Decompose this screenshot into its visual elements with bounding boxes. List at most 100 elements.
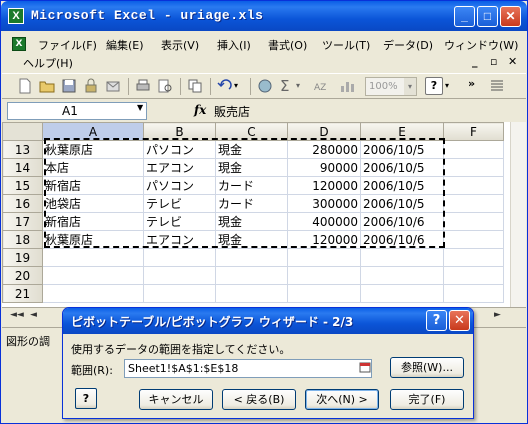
name-box[interactable]: A1 <box>7 102 147 120</box>
cell-store[interactable]: 新宿店 <box>42 212 144 231</box>
cell-payment[interactable] <box>215 284 288 303</box>
first-sheet-icon[interactable]: ◄◄ <box>10 310 24 320</box>
worksheet-grid[interactable]: A B C D E F 13 秋葉原店 パソコン 現金 280000 2006/10/5 1… <box>2 122 510 307</box>
maximize-button[interactable]: □ <box>477 6 498 27</box>
toolbar-options-icon[interactable]: » <box>468 77 486 95</box>
name-box-dropdown-icon[interactable]: ▼ <box>137 103 143 112</box>
row-header[interactable]: 14 <box>2 158 43 177</box>
row-header[interactable]: 15 <box>2 176 43 195</box>
cell-product[interactable]: パソコン <box>143 140 216 159</box>
cell-payment[interactable]: 現金 <box>215 230 288 249</box>
cell-empty[interactable] <box>443 194 504 213</box>
browse-button[interactable]: 参照(W)... <box>390 357 464 378</box>
cell-store[interactable]: 秋葉原店 <box>42 140 144 159</box>
sort-icon[interactable]: AZ <box>312 77 330 95</box>
dialog-close-button[interactable]: ✕ <box>449 310 470 331</box>
cell-amount[interactable]: 90000 <box>287 158 361 177</box>
cell-empty[interactable] <box>443 266 504 285</box>
cell-empty[interactable] <box>443 158 504 177</box>
menu-help[interactable]: ヘルプ(H) <box>23 55 73 71</box>
dialog-title-bar[interactable]: ピボットテーブル/ピボットグラフ ウィザード - 2/3 ? ✕ <box>63 308 473 334</box>
row-header[interactable]: 20 <box>2 266 43 285</box>
cell-store[interactable]: 新宿店 <box>42 176 144 195</box>
cell-store[interactable] <box>42 248 144 267</box>
cell-date[interactable]: 2006/10/5 <box>360 158 444 177</box>
cell-date[interactable]: 2006/10/6 <box>360 212 444 231</box>
zoom-dropdown-icon[interactable]: ▾ <box>404 78 416 95</box>
cell-product[interactable] <box>143 266 216 285</box>
cell-product[interactable] <box>143 248 216 267</box>
cell-store[interactable] <box>42 266 144 285</box>
autosum-dropdown-icon[interactable]: ▾ <box>296 77 306 95</box>
menu-window[interactable]: ウィンドウ(W) <box>444 37 518 53</box>
hscroll-right-icon[interactable]: ► <box>494 310 501 320</box>
copy-icon[interactable] <box>186 77 204 95</box>
row-header[interactable]: 18 <box>2 230 43 249</box>
column-header[interactable]: E <box>360 122 444 141</box>
save-icon[interactable] <box>60 77 78 95</box>
column-header[interactable]: A <box>42 122 144 141</box>
cell-date[interactable]: 2006/10/6 <box>360 230 444 249</box>
cell-product[interactable]: テレビ <box>143 194 216 213</box>
next-button[interactable]: 次へ(N) > <box>305 389 379 410</box>
menu-format[interactable]: 書式(O) <box>268 37 307 53</box>
prev-sheet-icon[interactable]: ◄ <box>30 310 37 320</box>
cell-payment[interactable]: カード <box>215 176 288 195</box>
row-header[interactable]: 19 <box>2 248 43 267</box>
insert-function-icon[interactable]: fx <box>194 103 206 117</box>
formula-content[interactable]: 販売店 <box>214 103 250 120</box>
range-input[interactable] <box>124 359 372 378</box>
cell-product[interactable] <box>143 284 216 303</box>
cell-date[interactable] <box>360 284 444 303</box>
minimize-button[interactable]: _ <box>454 6 475 27</box>
cell-amount[interactable] <box>287 284 361 303</box>
cell-empty[interactable] <box>443 248 504 267</box>
row-header[interactable]: 17 <box>2 212 43 231</box>
select-all-corner[interactable] <box>2 122 43 141</box>
back-button[interactable]: < 戻る(B) <box>222 389 296 410</box>
menu-insert[interactable]: 挿入(I) <box>217 37 251 53</box>
cell-amount[interactable]: 120000 <box>287 176 361 195</box>
collapse-dialog-icon[interactable] <box>359 361 371 375</box>
cell-empty[interactable] <box>443 212 504 231</box>
cell-date[interactable]: 2006/10/5 <box>360 176 444 195</box>
cell-product[interactable]: エアコン <box>143 158 216 177</box>
menu-data[interactable]: データ(D) <box>383 37 433 53</box>
dialog-help-button[interactable]: ? <box>426 310 447 331</box>
undo-icon[interactable] <box>216 77 234 95</box>
cell-amount[interactable]: 400000 <box>287 212 361 231</box>
cell-empty[interactable] <box>443 230 504 249</box>
cell-amount[interactable] <box>287 248 361 267</box>
cell-product[interactable]: テレビ <box>143 212 216 231</box>
help-dropdown-icon[interactable]: ▾ <box>445 77 455 95</box>
open-icon[interactable] <box>38 77 56 95</box>
column-header[interactable]: C <box>215 122 288 141</box>
cancel-button[interactable]: キャンセル <box>139 389 213 410</box>
doc-restore-button[interactable]: ▫ <box>490 55 497 68</box>
column-header[interactable]: F <box>443 122 504 141</box>
row-header[interactable]: 16 <box>2 194 43 213</box>
cell-amount[interactable] <box>287 266 361 285</box>
cell-date[interactable] <box>360 266 444 285</box>
column-header[interactable]: B <box>143 122 216 141</box>
cell-payment[interactable]: 現金 <box>215 158 288 177</box>
permission-icon[interactable] <box>82 77 100 95</box>
vertical-scrollbar[interactable] <box>510 122 526 307</box>
print-preview-icon[interactable] <box>156 77 174 95</box>
email-icon[interactable] <box>104 77 122 95</box>
cell-payment[interactable]: 現金 <box>215 212 288 231</box>
cell-product[interactable]: パソコン <box>143 176 216 195</box>
menu-view[interactable]: 表示(V) <box>161 37 199 53</box>
doc-close-button[interactable]: ✕ <box>508 55 517 68</box>
column-header[interactable]: D <box>287 122 361 141</box>
cell-empty[interactable] <box>443 176 504 195</box>
cell-store[interactable] <box>42 284 144 303</box>
hyperlink-icon[interactable] <box>256 77 274 95</box>
print-icon[interactable] <box>134 77 152 95</box>
cell-date[interactable]: 2006/10/5 <box>360 194 444 213</box>
doc-minimize-button[interactable]: _ <box>472 55 478 68</box>
title-bar[interactable]: X Microsoft Excel - uriage.xls _ □ ✕ <box>1 1 527 31</box>
cell-store[interactable]: 本店 <box>42 158 144 177</box>
cell-product[interactable]: エアコン <box>143 230 216 249</box>
cell-empty[interactable] <box>443 140 504 159</box>
